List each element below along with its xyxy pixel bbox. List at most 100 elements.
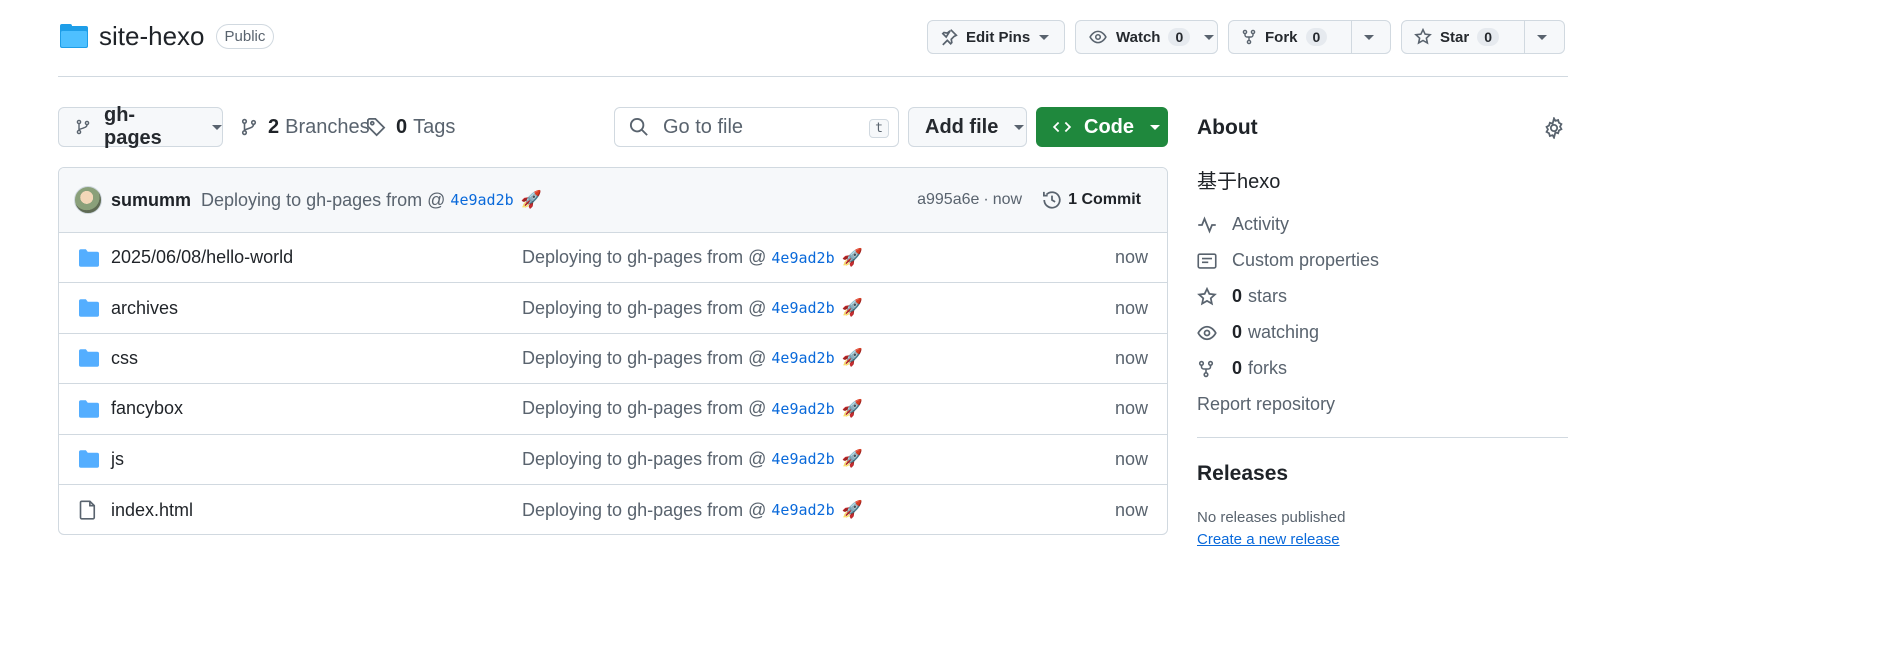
file-commit-sha-link[interactable]: 4e9ad2b [771,299,834,317]
folder-icon [79,248,99,267]
file-commit-message-link[interactable]: Deploying to gh-pages from @ [522,247,766,268]
avatar[interactable] [74,186,102,214]
branches-link[interactable]: 2 Branches [240,107,370,147]
table-row[interactable]: index.html Deploying to gh-pages from @ 4… [59,485,1167,534]
tags-link[interactable]: 0 Tags [366,107,455,147]
fork-icon [1241,28,1257,46]
visibility-badge: Public [215,23,275,49]
file-commit-sha-link[interactable]: 4e9ad2b [771,501,834,519]
table-row[interactable]: fancybox Deploying to gh-pages from @ 4e9… [59,384,1167,435]
star-button-group: Star 0 [1401,20,1565,54]
file-commit-message: Deploying to gh-pages from @ 4e9ad2b 🚀 [522,348,863,369]
rocket-emoji: 🚀 [841,398,863,418]
go-to-file-input[interactable]: Go to file t [614,107,899,147]
file-date: now [1114,499,1148,520]
code-label: Code [1084,115,1134,138]
stars-label: stars [1248,286,1288,306]
repo-name-link[interactable]: site-hexo [99,21,205,52]
file-commit-message-link[interactable]: Deploying to gh-pages from @ [522,398,766,419]
fork-button-group: Fork 0 [1228,20,1391,54]
file-name-link[interactable]: js [111,449,124,470]
file-name-link[interactable]: fancybox [111,398,183,419]
custom-properties-label: Custom properties [1232,250,1380,270]
rocket-emoji: 🚀 [841,449,863,469]
file-commit-sha-link[interactable]: 4e9ad2b [771,349,834,367]
file-commit-sha-link[interactable]: 4e9ad2b [771,249,834,267]
file-commit-message-link[interactable]: Deploying to gh-pages from @ [522,500,766,521]
commit-author-link[interactable]: sumumm [111,190,191,211]
stars-link[interactable]: 0 stars [1197,286,1287,307]
file-name-link[interactable]: css [111,348,138,369]
table-row[interactable]: css Deploying to gh-pages from @ 4e9ad2b 🚀… [59,334,1167,385]
edit-pins-button[interactable]: Edit Pins [927,20,1065,54]
commit-short-sha-link[interactable]: a995a6e [917,191,979,209]
table-row[interactable]: archives Deploying to gh-pages from @ 4e9… [59,283,1167,334]
file-commit-message-link[interactable]: Deploying to gh-pages from @ [522,449,766,470]
file-name-link[interactable]: index.html [111,500,193,521]
commit-message-link[interactable]: Deploying to gh-pages from @ [201,190,445,211]
tags-count: 0 [396,115,408,138]
file-commit-message-link[interactable]: Deploying to gh-pages from @ [522,298,766,319]
star-counter: 0 [1477,28,1499,46]
branches-count: 2 [268,115,280,138]
history-icon [1042,190,1062,210]
branch-icon [240,117,258,137]
folder-icon [79,400,99,418]
chevron-down-icon [1537,34,1547,40]
file-name-link[interactable]: archives [111,298,178,319]
sidebar-divider [1197,437,1568,438]
gear-icon[interactable] [1543,117,1565,139]
commit-time: now [992,191,1023,208]
custom-properties-link[interactable]: Custom properties [1197,250,1379,271]
activity-link[interactable]: Activity [1197,214,1289,235]
tags-label: Tags [413,115,456,138]
star-dropdown-button[interactable] [1524,21,1559,53]
search-icon [629,117,649,137]
file-date: now [1114,297,1148,318]
rocket-emoji: 🚀 [520,190,542,209]
commits-history-link[interactable]: 1 Commit [1042,190,1141,210]
file-commit-message: Deploying to gh-pages from @ 4e9ad2b 🚀 [522,500,863,521]
repo-folder-icon [58,20,90,52]
chevron-down-icon [212,124,222,130]
file-commit-message: Deploying to gh-pages from @ 4e9ad2b 🚀 [522,298,863,319]
fork-button[interactable]: Fork 0 [1229,21,1351,53]
create-release-link[interactable]: Create a new release [1197,531,1340,548]
file-date: now [1114,247,1148,268]
chevron-down-icon [1150,124,1160,130]
commit-sha-link[interactable]: 4e9ad2b [450,191,513,209]
file-commit-sha-link[interactable]: 4e9ad2b [771,450,834,468]
fork-dropdown-button[interactable] [1351,21,1386,53]
file-name-link[interactable]: 2025/06/08/hello-world [111,247,293,268]
watchers-link[interactable]: 0 watching [1197,322,1319,343]
file-commit-message-link[interactable]: Deploying to gh-pages from @ [522,348,766,369]
commit-meta-separator: · [983,191,989,208]
code-button[interactable]: Code [1036,107,1168,147]
folder-icon [79,299,99,317]
repo-title: site-hexo Public [58,20,275,52]
folder-icon [79,450,99,468]
file-commit-sha-link[interactable]: 4e9ad2b [771,400,834,418]
star-icon [1414,28,1432,46]
table-row[interactable]: js Deploying to gh-pages from @4e9ad2b 🚀 … [59,435,1167,485]
table-row[interactable]: 2025/06/08/hello-world Deploying to gh-p… [59,233,1167,284]
star-button[interactable]: Star 0 [1402,21,1524,53]
branch-select-button[interactable]: gh-pages [58,104,223,149]
forks-link[interactable]: 0 forks [1197,358,1287,379]
about-heading: About [1197,116,1258,139]
report-repository-link[interactable]: Report repository [1197,394,1335,415]
rocket-emoji: 🚀 [841,500,863,520]
releases-heading[interactable]: Releases [1197,462,1288,486]
rocket-emoji: 🚀 [841,298,863,318]
watch-button[interactable]: Watch 0 [1075,20,1218,54]
eye-icon [1197,323,1219,343]
eye-icon [1088,28,1108,46]
search-shortcut-key: t [869,119,889,138]
chevron-down-icon [1039,34,1050,40]
chevron-down-icon [1014,124,1025,130]
add-file-button[interactable]: Add file [908,107,1027,147]
search-placeholder: Go to file [663,115,744,138]
star-icon [1197,286,1219,307]
star-label: Star [1440,28,1470,46]
chevron-down-icon [1364,34,1374,40]
